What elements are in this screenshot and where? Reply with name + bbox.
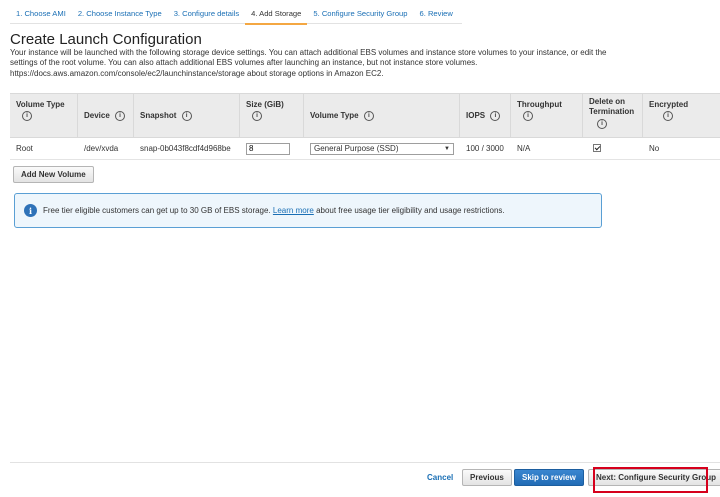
info-icon[interactable]: i (523, 111, 533, 121)
table-header: Volume Type i Device i Snapshot i Size (… (10, 93, 720, 138)
step-configure-security-group[interactable]: 5. Configure Security Group (307, 6, 413, 23)
previous-button[interactable]: Previous (462, 469, 512, 486)
cell-size (240, 142, 304, 155)
header-snapshot: Snapshot i (134, 94, 240, 137)
info-icon[interactable]: i (490, 111, 501, 121)
header-delete-on-termination-label: Delete on Termination (589, 97, 635, 116)
cell-encrypted: No (649, 144, 660, 153)
info-icon[interactable]: i (252, 111, 262, 121)
cell-delete-on-termination (583, 143, 643, 154)
header-size-label: Size (GiB) (246, 100, 284, 109)
cell-volume-type-select: General Purpose (SSD) ▼ (304, 142, 460, 155)
wizard-steps: 1. Choose AMI 2. Choose Instance Type 3.… (10, 6, 462, 25)
cell-snapshot: snap-0b043f8cdf4d968be (140, 144, 231, 153)
free-tier-notice: i Free tier eligible customers can get u… (14, 193, 602, 228)
step-review[interactable]: 6. Review (414, 6, 459, 23)
header-volume-type-2: Volume Type i (304, 94, 460, 137)
header-volume-type: Volume Type i (10, 94, 78, 137)
skip-to-review-button[interactable]: Skip to review (514, 469, 584, 486)
cell-device: /dev/xvda (84, 144, 119, 153)
step-add-storage[interactable]: 4. Add Storage (245, 6, 308, 25)
header-volume-type-2-label: Volume Type (310, 111, 359, 121)
size-input[interactable] (246, 142, 290, 155)
info-icon[interactable]: i (22, 111, 32, 121)
notice-text-before: Free tier eligible customers can get up … (43, 206, 271, 215)
info-icon[interactable]: i (663, 111, 673, 121)
header-snapshot-label: Snapshot (140, 111, 177, 121)
info-icon[interactable]: i (363, 111, 374, 121)
header-throughput-label: Throughput (517, 100, 562, 109)
header-volume-type-label: Volume Type (16, 100, 65, 109)
footer-divider (10, 462, 720, 463)
info-icon[interactable]: i (181, 111, 192, 121)
notice-text: Free tier eligible customers can get up … (43, 206, 505, 215)
info-icon: i (24, 204, 37, 217)
notice-text-after: about free usage tier eligibility and us… (316, 206, 505, 215)
header-encrypted-label: Encrypted (649, 100, 689, 109)
cancel-link[interactable]: Cancel (427, 473, 453, 482)
volume-type-select[interactable]: General Purpose (SSD) ▼ (310, 142, 454, 155)
header-iops: IOPS i (460, 94, 511, 137)
next-configure-security-group-button[interactable]: Next: Configure Security Group (588, 469, 720, 486)
table-row: Root /dev/xvda snap-0b043f8cdf4d968be Ge… (10, 138, 720, 160)
learn-more-link[interactable]: Learn more (273, 206, 314, 215)
page-title: Create Launch Configuration (10, 31, 202, 48)
header-throughput: Throughput i (511, 94, 583, 137)
info-icon[interactable]: i (115, 111, 126, 121)
header-encrypted: Encrypted i (643, 94, 720, 137)
info-icon[interactable]: i (597, 119, 607, 129)
page-intro: Your instance will be launched with the … (10, 48, 607, 78)
header-iops-label: IOPS (466, 111, 486, 121)
delete-on-termination-checkbox[interactable] (593, 143, 601, 152)
add-new-volume-button[interactable]: Add New Volume (13, 166, 94, 183)
volume-type-selected: General Purpose (SSD) (314, 144, 399, 153)
storage-table: Volume Type i Device i Snapshot i Size (… (10, 93, 720, 160)
header-device-label: Device (84, 111, 110, 121)
step-choose-instance-type[interactable]: 2. Choose Instance Type (72, 6, 168, 23)
cell-iops: 100 / 3000 (466, 144, 504, 153)
step-configure-details[interactable]: 3. Configure details (168, 6, 245, 23)
header-device: Device i (78, 94, 134, 137)
cell-volume-type: Root (16, 144, 33, 153)
caret-down-icon: ▼ (444, 145, 450, 152)
cell-throughput: N/A (517, 144, 531, 153)
header-delete-on-termination: Delete on Termination i (583, 94, 643, 137)
step-choose-ami[interactable]: 1. Choose AMI (10, 6, 72, 23)
header-size: Size (GiB) i (240, 94, 304, 137)
